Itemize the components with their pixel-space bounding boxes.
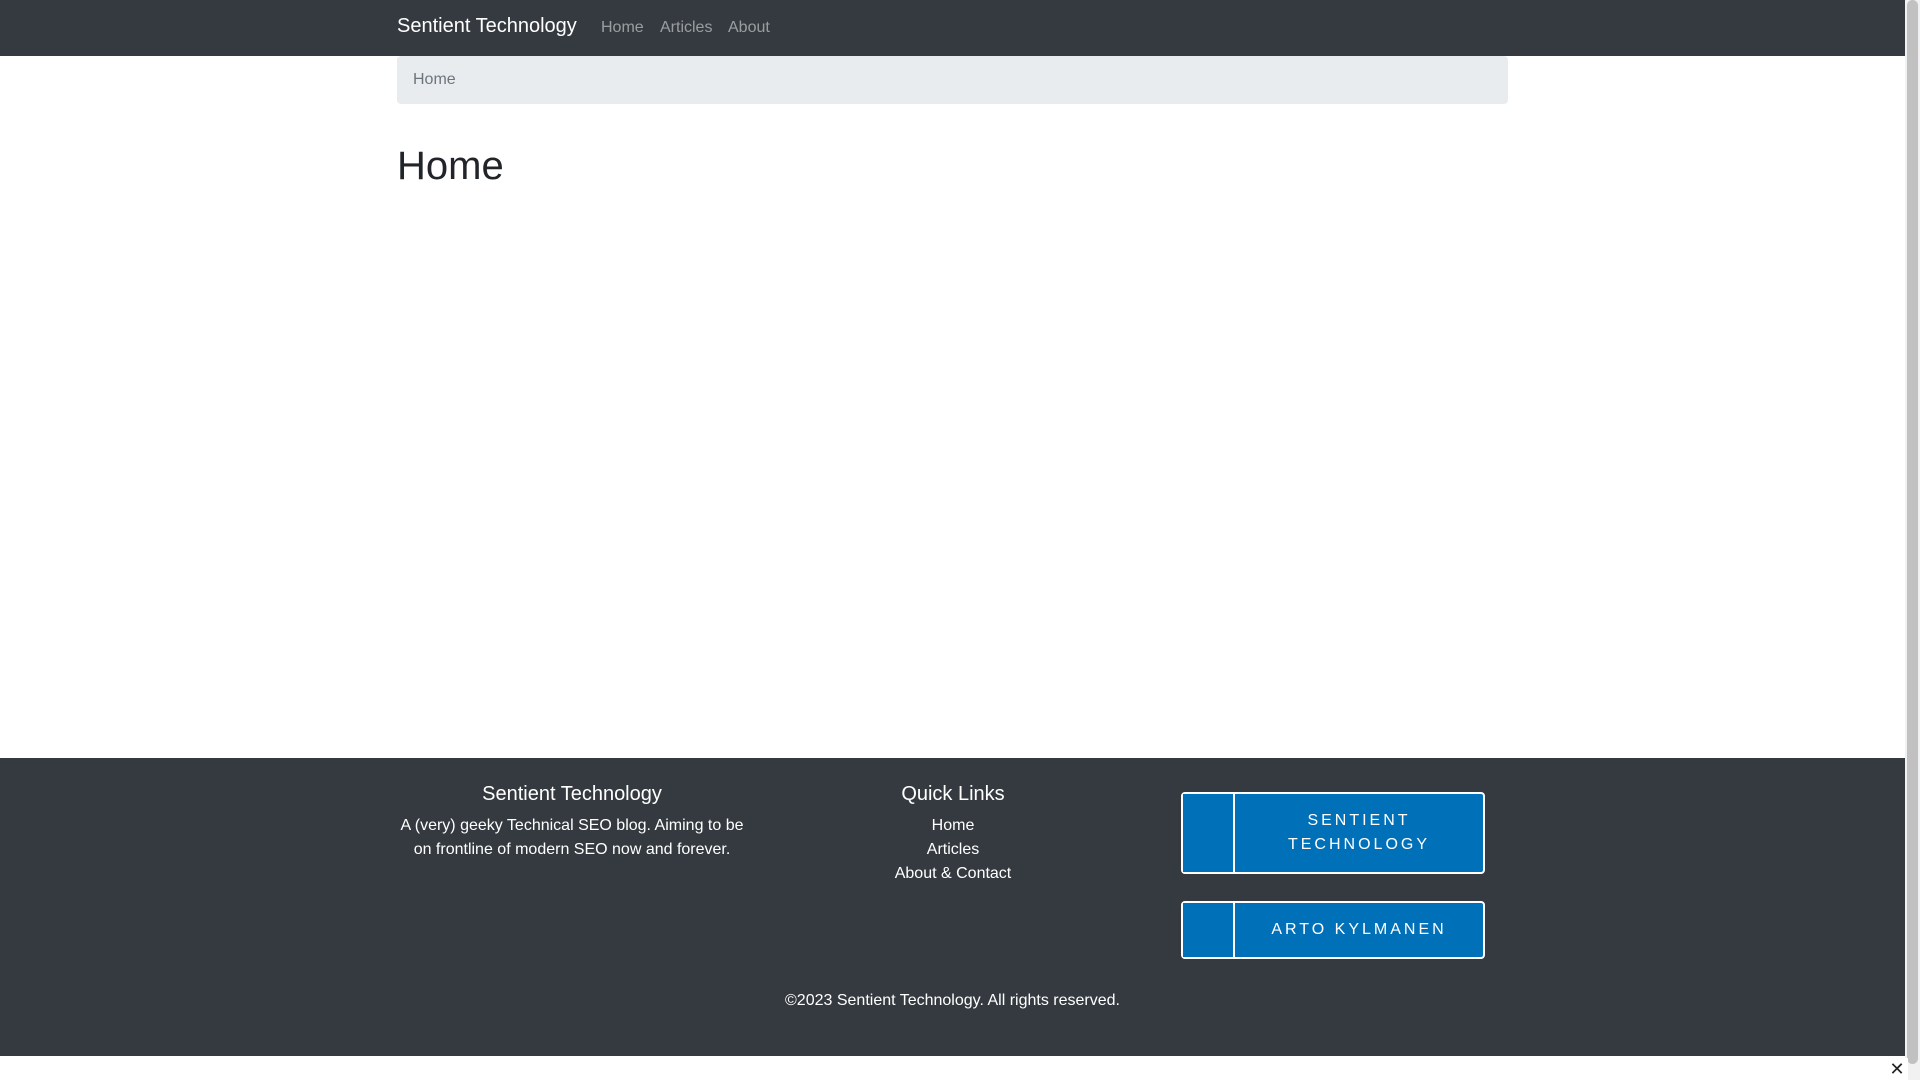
arto-kylmanen-badge-button[interactable]: ARTO KYLMANEN — [1181, 901, 1485, 959]
vertical-scrollbar[interactable] — [1905, 0, 1920, 1080]
quick-links-list: Home Articles About & Contact — [778, 814, 1128, 886]
page: Sentient Technology Home Articles About … — [0, 0, 1905, 1080]
close-icon[interactable]: ✕ — [1886, 1058, 1908, 1080]
page-title: Home — [397, 144, 504, 188]
footer-link-home[interactable]: Home — [778, 814, 1128, 838]
breadcrumb: Home — [397, 56, 1508, 104]
scrollbar-thumb[interactable] — [1907, 0, 1918, 1064]
footer-about-text: A (very) geeky Technical SEO blog. Aimin… — [400, 817, 744, 858]
footer-about-heading: Sentient Technology — [482, 783, 662, 805]
footer-about-section: Sentient Technology A (very) geeky Techn… — [397, 782, 747, 862]
nav-link-articles[interactable]: Articles — [660, 19, 712, 37]
badge-side-panel — [1183, 903, 1235, 957]
footer-quick-links-heading: Quick Links — [901, 783, 1005, 805]
footer-quick-links-section: Quick Links Home Articles About & Contac… — [778, 782, 1128, 886]
copyright-text: ©2023 Sentient Technology. All rights re… — [785, 992, 1120, 1009]
nav-link-home[interactable]: Home — [601, 19, 644, 37]
nav-link-about[interactable]: About — [728, 19, 770, 37]
footer-link-about-contact[interactable]: About & Contact — [778, 862, 1128, 886]
footer-link-articles[interactable]: Articles — [778, 838, 1128, 862]
badge-label: SENTIENT TECHNOLOGY — [1287, 812, 1430, 853]
badge-side-panel — [1183, 794, 1235, 872]
sentient-technology-badge-button[interactable]: SENTIENT TECHNOLOGY — [1181, 792, 1485, 874]
footer: Sentient Technology A (very) geeky Techn… — [0, 758, 1905, 1056]
brand-link[interactable]: Sentient Technology — [397, 15, 577, 38]
breadcrumb-item-home: Home — [413, 71, 456, 88]
badge-label: ARTO KYLMANEN — [1271, 921, 1447, 938]
top-navbar: Sentient Technology Home Articles About — [0, 0, 1905, 56]
